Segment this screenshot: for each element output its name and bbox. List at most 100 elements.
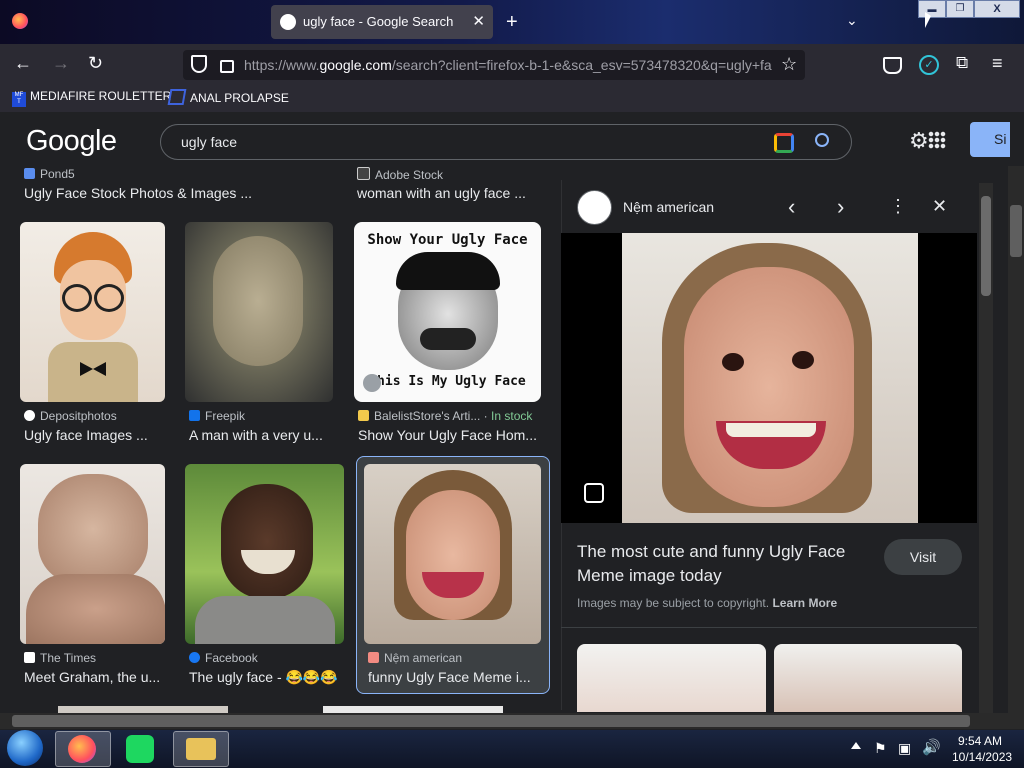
volume-icon[interactable]: 🔊 — [922, 738, 941, 756]
source-label: Pond5 — [40, 167, 75, 181]
back-icon[interactable]: ← — [14, 53, 32, 74]
menu-hamburger-icon[interactable]: ≡ — [992, 53, 1003, 74]
lens-search-icon[interactable] — [584, 483, 604, 503]
result-title[interactable]: woman with an ugly face ... — [357, 185, 537, 201]
previous-image-icon[interactable]: ‹ — [788, 194, 795, 220]
next-image-icon[interactable]: › — [837, 194, 844, 220]
result-image-wrinkled-man[interactable] — [185, 222, 333, 402]
in-stock-badge: In stock — [491, 409, 533, 423]
sign-in-button[interactable]: Si — [970, 122, 1010, 157]
url-prefix: https://www. — [244, 57, 320, 73]
result-source: Freepik — [189, 409, 245, 423]
taskbar-explorer[interactable] — [173, 731, 229, 767]
related-image[interactable] — [774, 644, 962, 712]
result-title[interactable]: Show Your Ugly Face Hom... — [358, 427, 538, 443]
smiling-man-face — [221, 484, 313, 599]
bookmark-second[interactable]: ANAL PROLAPSE — [167, 89, 289, 105]
result-source: Adobe Stock — [357, 167, 443, 182]
lock-icon[interactable] — [220, 60, 234, 73]
glasses-icon — [62, 284, 92, 312]
result-image-pigtails[interactable] — [364, 464, 541, 644]
adobe-stock-icon — [357, 167, 370, 180]
more-options-icon[interactable]: ⋮ — [889, 196, 907, 217]
freepik-icon — [189, 410, 200, 421]
tab-list-chevron-icon[interactable]: ⌄ — [846, 12, 858, 29]
result-title[interactable]: A man with a very u... — [189, 427, 329, 443]
tag-icon[interactable] — [363, 374, 381, 392]
search-box[interactable]: ugly face — [160, 124, 852, 160]
result-title[interactable]: funny Ugly Face Meme i... — [368, 669, 533, 685]
close-window-button[interactable]: X — [974, 0, 1020, 18]
extensions-puzzle-icon[interactable]: ⧉ — [956, 53, 968, 73]
google-lens-icon[interactable] — [774, 133, 794, 153]
result-source: The Times — [24, 651, 96, 665]
apps-grid-icon[interactable] — [928, 131, 946, 149]
network-icon[interactable]: ▣ — [898, 740, 911, 757]
pigtails-face — [406, 490, 500, 620]
related-image[interactable] — [577, 644, 766, 712]
mediafire-icon: MF T — [12, 92, 26, 107]
preview-image[interactable] — [622, 233, 918, 523]
url-bar[interactable]: https://www.google.com/search?client=fir… — [183, 50, 805, 80]
bookmark-folder-icon — [167, 89, 187, 105]
clock-time[interactable]: 9:54 AM — [958, 734, 1002, 748]
panel-scrollbar-thumb[interactable] — [981, 196, 991, 296]
bookmark-mediafire[interactable]: MF T MEDIAFIRE ROULETTER — [12, 89, 171, 107]
result-image-partial[interactable] — [323, 706, 503, 713]
new-tab-icon[interactable]: + — [506, 11, 518, 34]
minimize-button[interactable]: ▬ — [918, 0, 946, 18]
nerd-body — [48, 342, 138, 402]
forward-icon[interactable]: → — [52, 53, 70, 74]
result-title[interactable]: Ugly face Images ... — [24, 427, 164, 443]
active-tab[interactable]: ugly face - Google Search ✕ — [271, 5, 493, 39]
poster-bottom-text: This Is My Ugly Face — [369, 374, 526, 389]
tracking-shield-icon[interactable] — [191, 55, 207, 73]
flag-icon[interactable]: ⚑ — [874, 740, 887, 757]
sign-in-label: Si — [994, 131, 1007, 147]
result-image-cartoon-nerd[interactable] — [20, 222, 165, 402]
preview-source-name[interactable]: Nệm american — [623, 199, 714, 215]
pocket-icon[interactable] — [883, 57, 902, 74]
url-text[interactable]: https://www.google.com/search?client=fir… — [244, 57, 784, 73]
taskbar-app-green-icon[interactable] — [126, 735, 154, 763]
search-input[interactable]: ugly face — [181, 134, 237, 150]
bookmark-star-icon[interactable]: ☆ — [781, 54, 797, 75]
result-title[interactable]: Ugly Face Stock Photos & Images ... — [24, 185, 264, 201]
google-logo[interactable]: Google — [26, 125, 117, 158]
result-title[interactable]: Meet Graham, the u... — [24, 669, 164, 685]
result-image-graham[interactable] — [20, 464, 165, 644]
url-rest: /search?client=firefox-b-1-e&sca_esv=573… — [391, 57, 772, 73]
result-source: Nệm american — [368, 651, 462, 665]
reload-icon[interactable]: ↻ — [88, 53, 103, 74]
source-logo[interactable] — [577, 190, 612, 225]
result-title[interactable]: The ugly face - 😂😂😂... — [189, 669, 339, 686]
result-source: BalelistStore's Arti... · In stock — [358, 409, 532, 423]
search-magnifier-icon[interactable] — [815, 133, 829, 147]
maximize-button[interactable]: ❐ — [946, 0, 974, 18]
the-times-icon — [24, 652, 35, 663]
page-scrollbar-thumb[interactable] — [1010, 205, 1022, 257]
pond5-icon — [24, 168, 35, 179]
result-image-smiling-man[interactable] — [185, 464, 344, 644]
show-hidden-icons[interactable] — [851, 742, 861, 749]
settings-gear-icon[interactable]: ⚙ — [909, 128, 929, 154]
firefox-icon[interactable] — [12, 13, 28, 29]
close-preview-icon[interactable]: ✕ — [932, 196, 947, 217]
result-image-partial[interactable] — [58, 706, 228, 713]
taskbar-firefox[interactable] — [55, 731, 111, 767]
tab-close-icon[interactable]: ✕ — [472, 12, 485, 30]
preview-eye-left — [722, 353, 744, 371]
clock-date[interactable]: 10/14/2023 — [952, 750, 1012, 764]
graham-head — [38, 474, 148, 584]
learn-more-link[interactable]: Learn More — [772, 596, 837, 610]
start-orb-icon[interactable] — [7, 730, 43, 766]
preview-title[interactable]: The most cute and funny Ugly Face Meme i… — [577, 540, 867, 588]
preview-eye-right — [792, 351, 814, 369]
visit-button[interactable]: Visit — [884, 539, 962, 575]
extension-check-icon[interactable]: ✓ — [919, 55, 939, 75]
copyright-notice: Images may be subject to copyright. Lear… — [577, 596, 837, 610]
poster-hair — [396, 252, 500, 290]
poster-mouth — [420, 328, 476, 350]
result-image-poster[interactable]: Show Your Ugly Face This Is My Ugly Face — [354, 222, 541, 402]
horizontal-scrollbar-thumb[interactable] — [12, 715, 970, 727]
